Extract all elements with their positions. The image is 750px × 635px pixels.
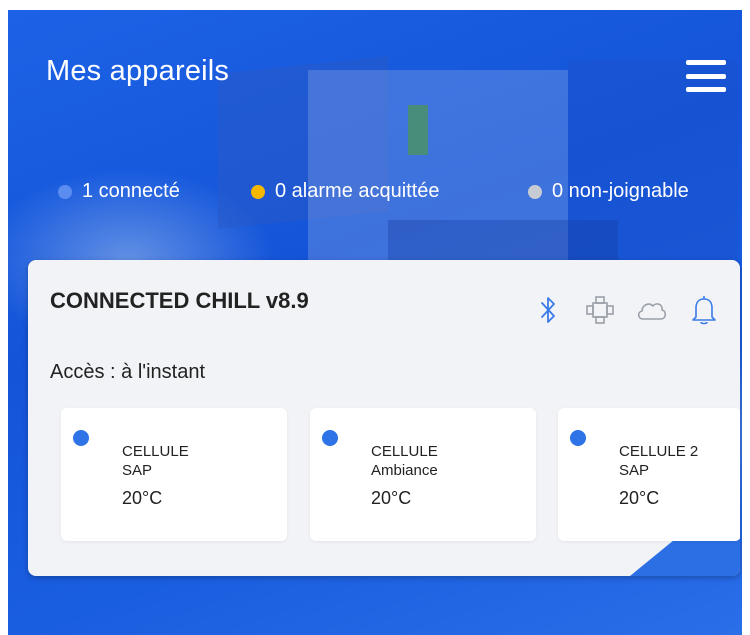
cell-name: CELLULE 2 — [619, 443, 699, 460]
cell-temperature: 20°C — [371, 488, 412, 508]
cell-temperature: 20°C — [619, 488, 660, 508]
bluetooth-icon[interactable] — [530, 292, 566, 328]
hamburger-menu-icon[interactable] — [686, 60, 726, 92]
page-title: Mes appareils — [46, 55, 230, 87]
cell-status-dot-icon — [570, 430, 586, 446]
status-unreachable[interactable]: 0 non-joignable — [528, 180, 689, 203]
cell-type: Ambiance — [371, 462, 438, 479]
status-dot-icon — [528, 184, 542, 199]
status-dot-icon — [58, 184, 72, 199]
cell-card[interactable]: CELLULE Ambiance 20°C — [310, 408, 536, 541]
cell-card[interactable]: CELLULE 2 SAP 20°C — [558, 408, 740, 541]
cell-card[interactable]: CELLULE SAP 20°C — [61, 408, 287, 541]
cell-name: CELLULE — [122, 443, 189, 460]
app-screen: Mes appareils 1 connecté 0 alarme acquit… — [8, 10, 742, 635]
cell-type: SAP — [122, 462, 153, 479]
status-label: 0 non-joignable — [552, 180, 689, 202]
cloud-icon[interactable] — [634, 292, 670, 328]
last-access-text: Accès : à l'instant — [50, 361, 205, 383]
background-machine — [408, 105, 428, 155]
status-label: 0 alarme acquittée — [275, 180, 440, 202]
device-name: CONNECTED CHILL v8.9 — [50, 288, 309, 313]
device-card[interactable]: CONNECTED CHILL v8.9 Accès: à l'instant… — [28, 260, 740, 576]
status-alarm-acknowledged[interactable]: 0 alarme acquittée — [251, 180, 440, 203]
cell-temperature: 20°C — [122, 488, 163, 508]
cell-type: SAP — [619, 462, 650, 479]
cell-status-dot-icon — [73, 430, 89, 446]
status-dot-icon — [251, 184, 265, 199]
cell-name: CELLULE — [371, 443, 438, 460]
status-label: 1 connecté — [82, 180, 180, 202]
cell-list: CELLULE SAP 20°C CELLULE Ambiance 20°C C… — [61, 408, 740, 543]
network-icon[interactable] — [582, 292, 618, 328]
device-status-icons — [530, 292, 722, 328]
bell-icon[interactable] — [686, 292, 722, 328]
status-connected[interactable]: 1 connecté — [58, 180, 180, 203]
cell-status-dot-icon — [322, 430, 338, 446]
status-summary: 1 connecté 0 alarme acquittée 0 non-joig… — [8, 180, 742, 210]
